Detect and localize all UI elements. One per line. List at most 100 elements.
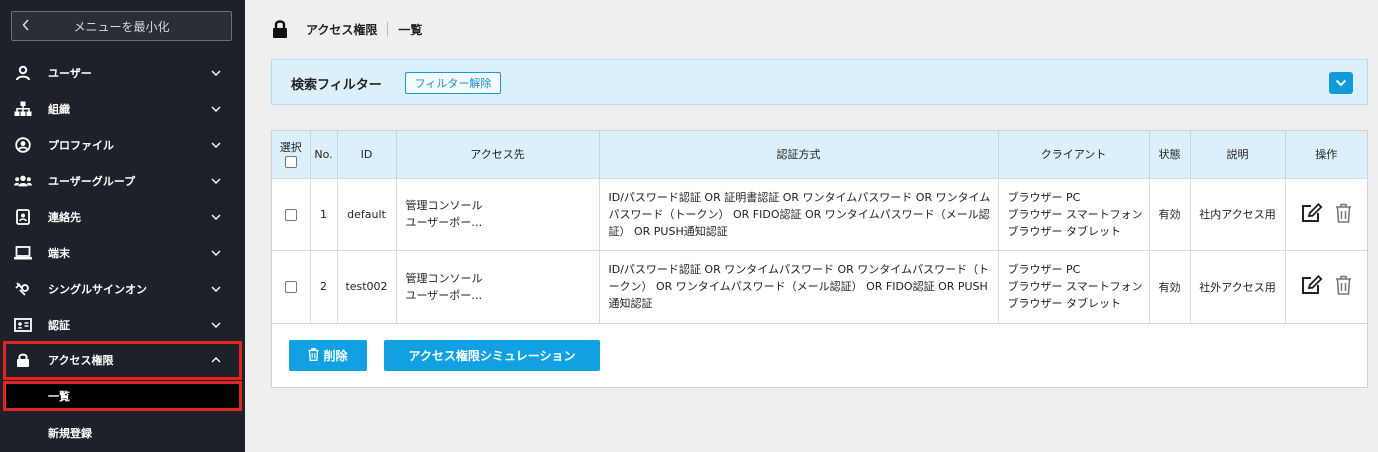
row-operations [1285,177,1367,250]
col-header-operations: 操作 [1285,131,1367,178]
sidebar-item-label: アクセス権限 [48,354,114,367]
client-line: ブラウザー PC [1007,190,1081,204]
col-header-destination: アクセス先 [396,131,600,178]
row-select-cell [272,249,311,324]
laptop-icon [14,244,32,262]
breadcrumb-divider [387,22,389,36]
client-line: ブラウザー PC [1007,263,1081,276]
client-line: ブラウザー スマートフォン [1007,207,1143,221]
sidebar: メニューを最小化 ユーザー 組織 プロファイル ユーザーグループ 連絡先 端末 … [0,0,245,452]
sidebar-subitem-list[interactable]: 一覧 [3,381,242,411]
sidebar-subitem-label: 新規登録 [48,427,92,440]
minimize-menu-label: メニューを最小化 [73,19,170,34]
chevron-down-icon [209,282,223,296]
sidebar-item-label: 認証 [48,319,70,332]
col-header-select-label: 選択 [279,140,302,154]
row-client: ブラウザー PC ブラウザー スマートフォン ブラウザー タブレット [998,177,1150,250]
lock-icon [14,351,32,369]
lock-icon [272,19,290,39]
sidebar-item-profile[interactable]: プロファイル [0,127,245,163]
edit-icon[interactable] [1301,275,1323,298]
row-destination: 管理コンソール ユーザーポー… [396,249,600,324]
sidebar-item-authentication[interactable]: 認証 [0,307,245,343]
row-operations [1285,249,1367,324]
table-row: 1 default 管理コンソール ユーザーポー… ID/パスワード認証 OR … [272,177,1367,250]
row-auth-method: ID/パスワード認証 OR ワンタイムパスワード OR ワンタイムパスワード（ト… [599,249,999,324]
breadcrumb-section: アクセス権限 [306,22,378,37]
destination-line: 管理コンソール [405,271,483,285]
sidebar-item-label: プロファイル [48,139,114,152]
delete-button[interactable]: 削除 [289,340,367,371]
row-checkbox[interactable] [284,208,297,221]
id-card-icon [14,316,32,334]
chevron-up-icon [209,353,223,367]
search-filter-title: 検索フィルター [291,78,382,93]
filter-toggle-button[interactable] [1329,72,1353,94]
users-group-icon [14,172,32,190]
col-header-select: 選択 [272,131,311,178]
chevron-down-icon [209,66,223,80]
row-destination: 管理コンソール ユーザーポー… [396,177,600,250]
client-line: ブラウザー スマートフォン [1007,280,1143,293]
sidebar-item-label: 端末 [48,247,70,260]
sidebar-item-access-permissions[interactable]: アクセス権限 [0,342,245,378]
destination-line: ユーザーポー… [405,216,483,229]
sidebar-item-sso[interactable]: シングルサインオン [0,271,245,307]
trash-icon[interactable] [1335,275,1352,298]
sidebar-item-contacts[interactable]: 連絡先 [0,199,245,235]
chevron-down-icon [209,138,223,152]
chevron-left-icon [22,19,30,34]
sidebar-item-users[interactable]: ユーザー [0,55,245,91]
sidebar-subitem-new[interactable]: 新規登録 [3,418,242,448]
chevron-down-icon [209,102,223,116]
user-icon [14,64,32,82]
auth-method-line: 証） OR PUSH通知認証 [608,224,728,238]
access-permission-table-panel: 選択 No. ID アクセス先 認証方式 クライアント 状態 説明 操作 1 d… [271,130,1368,388]
sso-icon [14,280,32,298]
breadcrumb: アクセス権限 一覧 [272,16,422,42]
access-simulation-button[interactable]: アクセス権限シミュレーション [384,340,600,371]
chevron-down-icon [209,174,223,188]
chevron-down-icon [209,318,223,332]
table-row: 2 test002 管理コンソール ユーザーポー… ID/パスワード認証 OR … [272,249,1367,324]
auth-method-line: ID/パスワード認証 OR ワンタイムパスワード OR ワンタイムパスワード（ト [608,263,990,276]
client-line: ブラウザー タブレット [1007,297,1122,310]
contact-book-icon [14,208,32,226]
row-id: default [337,177,397,250]
row-select-cell [272,177,311,250]
row-no: 2 [310,249,338,324]
sidebar-item-label: 組織 [48,103,70,116]
page-title: 一覧 [398,22,423,37]
destination-line: ユーザーポー… [405,288,483,302]
search-filter-panel: 検索フィルター フィルター解除 [271,59,1368,105]
select-all-checkbox[interactable] [284,155,297,168]
sidebar-item-devices[interactable]: 端末 [0,235,245,271]
sidebar-item-label: シングルサインオン [48,283,147,296]
minimize-menu-button[interactable]: メニューを最小化 [11,11,232,41]
sidebar-item-user-groups[interactable]: ユーザーグループ [0,163,245,199]
edit-icon[interactable] [1301,202,1323,226]
table-header-row: 選択 No. ID アクセス先 認証方式 クライアント 状態 説明 操作 [272,131,1367,178]
row-auth-method: ID/パスワード認証 OR 証明書認証 OR ワンタイムパスワード OR ワンタ… [599,177,999,250]
sidebar-item-label: ユーザー [48,67,92,80]
sidebar-subitem-label: 一覧 [48,390,70,403]
col-header-id: ID [337,131,397,178]
col-header-no: No. [310,131,338,178]
sidebar-item-organization[interactable]: 組織 [0,91,245,127]
delete-button-label: 削除 [323,349,348,363]
col-header-description: 説明 [1190,131,1286,178]
trash-icon[interactable] [1335,203,1352,226]
auth-method-line: ークン） OR ワンタイムパスワード（メール認証） OR FIDO認証 OR P… [608,280,988,293]
chevron-down-icon [209,246,223,260]
row-client: ブラウザー PC ブラウザー スマートフォン ブラウザー タブレット [998,249,1150,324]
auth-method-line: ID/パスワード認証 OR 証明書認証 OR ワンタイムパスワード OR ワンタ… [608,190,991,204]
row-description: 社内アクセス用 [1190,177,1286,250]
col-header-auth-method: 認証方式 [599,131,999,178]
row-checkbox[interactable] [284,281,297,293]
row-no: 1 [310,177,338,250]
col-header-client: クライアント [998,131,1150,178]
clear-filter-button[interactable]: フィルター解除 [405,72,501,94]
trash-icon [308,347,319,364]
row-status: 有効 [1149,249,1191,324]
destination-line: 管理コンソール [405,199,483,212]
